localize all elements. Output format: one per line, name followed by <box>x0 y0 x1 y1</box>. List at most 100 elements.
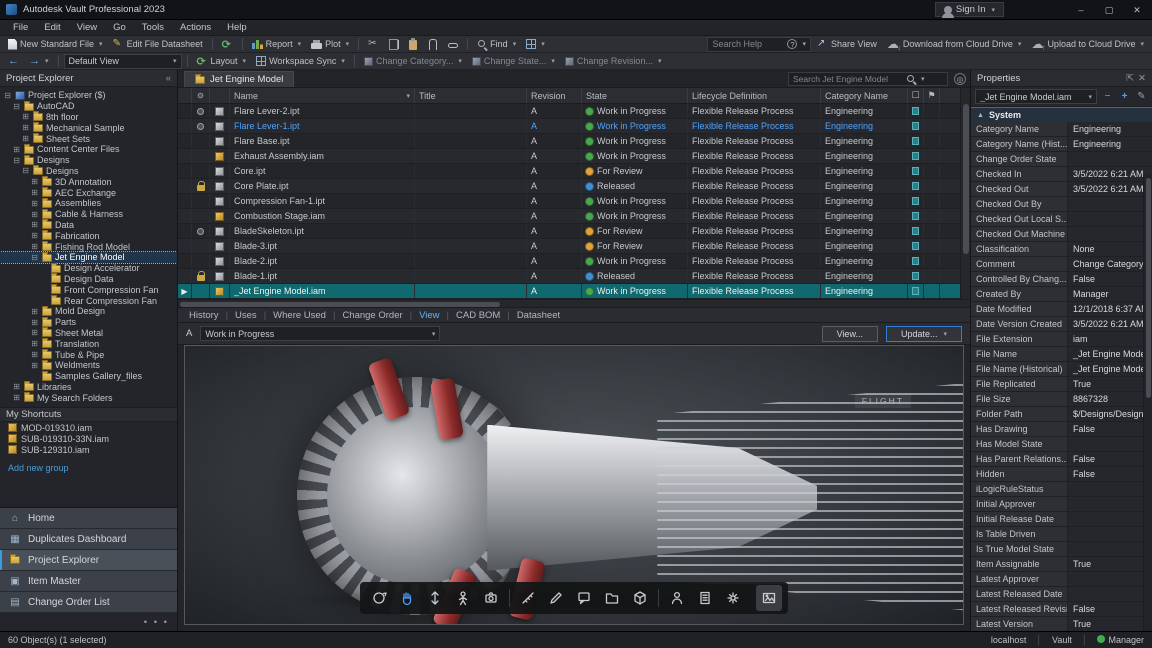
expand-node-icon[interactable]: ⊞ <box>30 199 39 208</box>
sidebar-item-project-explorer[interactable]: Project Explorer <box>0 550 177 571</box>
maximize-button[interactable]: ▢ <box>1098 1 1120 19</box>
close-panel-icon[interactable]: ✕ <box>1138 73 1146 84</box>
sidebar-item-home[interactable]: ⌂ Home <box>0 508 177 529</box>
shortcut-sub-129310-iam[interactable]: SUB-129310.iam <box>0 444 177 455</box>
tree-node-assemblies[interactable]: ⊞ Assemblies <box>0 197 177 209</box>
share-view-button[interactable]: Share View <box>813 37 881 52</box>
jet-engine-model-render[interactable] <box>247 356 963 624</box>
state-filter-combo[interactable]: Work in Progress ▾ <box>200 326 441 341</box>
cell-checkbox[interactable] <box>908 119 924 133</box>
forward-button[interactable]: ▾ <box>25 54 53 69</box>
download-from-cloud-drive-button[interactable]: Download from Cloud Drive ▾ <box>883 37 1026 52</box>
column-header-flag[interactable]: ⚑ <box>924 88 940 103</box>
property-row-category-name[interactable]: Category Name Engineering <box>971 122 1152 137</box>
expand-node-icon[interactable]: ⊞ <box>30 328 39 337</box>
viewer-tool-model[interactable] <box>627 585 653 611</box>
tree-node-sheet-sets[interactable]: ⊞ Sheet Sets <box>0 133 177 144</box>
cell-checkbox[interactable] <box>908 284 924 298</box>
sidebar-item-item-master[interactable]: ▣ Item Master <box>0 571 177 592</box>
file-row-combustion-stage-iam[interactable]: Combustion Stage.iam A Work in Progress Fle… <box>178 209 970 224</box>
tree-node-autocad[interactable]: ⊟ AutoCAD <box>0 100 177 112</box>
toolbar-button-report[interactable]: Report ▾ <box>248 37 306 52</box>
vertical-scrollbar[interactable] <box>960 88 970 299</box>
menu-item-actions[interactable]: Actions <box>173 21 218 34</box>
property-row-checked-out[interactable]: Checked Out 3/5/2022 6:21 AM <box>971 182 1152 197</box>
expand-node-icon[interactable]: ⊞ <box>21 134 30 143</box>
toolbar-button-change-revision[interactable]: Change Revision... ▾ <box>561 54 666 69</box>
property-row-has-parent-relations[interactable]: Has Parent Relations... False <box>971 452 1152 467</box>
viewer-tool-screenshot[interactable] <box>756 585 782 611</box>
cell-checkbox[interactable] <box>908 269 924 283</box>
update-button[interactable]: Update... ▾ <box>885 325 962 342</box>
property-row-file-size[interactable]: File Size 8867328 <box>971 392 1152 407</box>
tree-node-content-center-files[interactable]: ⊞ Content Center Files <box>0 143 177 155</box>
property-row-checked-out-local-s[interactable]: Checked Out Local S... <box>971 212 1152 227</box>
toolbar-button-new-standard-file[interactable]: New Standard File ▾ <box>4 37 107 52</box>
tab-uses[interactable]: Uses <box>232 310 260 321</box>
property-row-hidden[interactable]: Hidden False <box>971 467 1152 482</box>
column-header-revision[interactable]: Revision <box>527 88 582 103</box>
collapse-node-icon[interactable]: ⊟ <box>12 102 21 111</box>
tree-node-samples-gallery-files[interactable]: Samples Gallery_files <box>0 370 177 382</box>
tree-node-design-data[interactable]: Design Data <box>0 273 177 285</box>
cell-checkbox[interactable] <box>908 224 924 238</box>
file-row-compression-fan-1-ipt[interactable]: Compression Fan-1.ipt A Work in Progress Fl… <box>178 194 970 209</box>
tree-node-mechanical-sample[interactable]: ⊞ Mechanical Sample <box>0 122 177 133</box>
toolbar-button-layout[interactable]: Layout ▾ <box>193 54 251 69</box>
tree-node-tube-pipe[interactable]: ⊞ Tube & Pipe <box>0 349 177 360</box>
property-row-ilogicrulestatus[interactable]: iLogicRuleStatus <box>971 482 1152 497</box>
toolbar-button-grid4[interactable]: ▾ <box>522 37 549 52</box>
grid-search-box[interactable]: ▾ <box>788 71 948 86</box>
expand-node-icon[interactable]: ⊞ <box>30 220 39 229</box>
tree-node-designs[interactable]: ⊟ Designs <box>0 165 177 177</box>
more-options-button[interactable]: • • • <box>0 613 177 631</box>
expand-node-icon[interactable]: ⊞ <box>30 307 39 316</box>
viewer-tool-first-person[interactable] <box>450 585 476 611</box>
viewer-tool-folder[interactable] <box>599 585 625 611</box>
tree-node-rear-compression-fan[interactable]: Rear Compression Fan <box>0 295 177 306</box>
expand-node-icon[interactable]: ⊞ <box>30 361 39 370</box>
expand-node-icon[interactable]: ⊞ <box>30 350 39 359</box>
tree-node-parts[interactable]: ⊞ Parts <box>0 316 177 328</box>
property-row-latest-released-date[interactable]: Latest Released Date <box>971 587 1152 602</box>
tree-node-aec-exchange[interactable]: ⊞ AEC Exchange <box>0 187 177 198</box>
cell-checkbox[interactable] <box>908 239 924 253</box>
properties-scrollbar[interactable] <box>1143 174 1152 631</box>
cell-checkbox[interactable] <box>908 179 924 193</box>
system-section-header[interactable]: ▲ System <box>971 107 1152 122</box>
property-row-has-model-state[interactable]: Has Model State <box>971 437 1152 452</box>
viewer-tool-camera[interactable] <box>478 585 504 611</box>
3d-viewport[interactable]: FLIGHT <box>184 345 964 625</box>
file-row-core-ipt[interactable]: Core.ipt A For Review Flexible Release Proc… <box>178 164 970 179</box>
tree-node-design-accelerator[interactable]: Design Accelerator <box>0 262 177 274</box>
pin-panel-icon[interactable]: ⇱ <box>1126 73 1134 84</box>
add-new-group-link[interactable]: Add new group <box>0 455 177 477</box>
file-row-exhaust-assembly-iam[interactable]: Exhaust Assembly.iam A Work in Progress Fle… <box>178 149 970 164</box>
tree-node-weldments[interactable]: ⊞ Weldments <box>0 359 177 371</box>
expand-node-icon[interactable]: ⊞ <box>21 112 30 121</box>
property-row-is-table-driven[interactable]: Is Table Driven <box>971 527 1152 542</box>
menu-item-edit[interactable]: Edit <box>37 21 67 34</box>
column-header-state[interactable]: State <box>582 88 688 103</box>
collapse-node-icon[interactable]: ⊟ <box>12 156 21 165</box>
shortcut-mod-019310-iam[interactable]: MOD-019310.iam <box>0 422 177 433</box>
file-row-core-plate-ipt[interactable]: Core Plate.ipt A Released Flexible Release … <box>178 179 970 194</box>
help-search-box[interactable]: ? ▾ <box>707 36 811 52</box>
toolbar-button-copy[interactable] <box>385 37 403 52</box>
file-row-blade-2-ipt[interactable]: Blade-2.ipt A Work in Progress Flexible Rel… <box>178 254 970 269</box>
filter-arrow-icon[interactable]: ▾ <box>406 92 410 100</box>
toolbar-button-plot[interactable]: Plot ▾ <box>307 37 353 52</box>
tree-node-8th-floor[interactable]: ⊞ 8th floor <box>0 111 177 123</box>
cell-checkbox[interactable] <box>908 194 924 208</box>
advanced-search-icon[interactable]: ◎ <box>954 72 966 85</box>
column-header-checkbox[interactable]: ☐ <box>908 88 924 103</box>
sidebar-item-change-order-list[interactable]: ▤ Change Order List <box>0 592 177 613</box>
view-preset-combo[interactable]: Default View ▾ <box>63 53 182 69</box>
column-header-title[interactable]: Title <box>415 88 527 103</box>
viewer-tool-person[interactable] <box>664 585 690 611</box>
tree-node-3d-annotation[interactable]: ⊞ 3D Annotation <box>0 176 177 187</box>
toolbar-button-paste[interactable] <box>405 37 421 52</box>
tree-node-libraries[interactable]: ⊞ Libraries <box>0 381 177 393</box>
property-row-folder-path[interactable]: Folder Path $/Designs/Designs/Je... <box>971 407 1152 422</box>
tab-where-used[interactable]: Where Used <box>270 310 329 321</box>
